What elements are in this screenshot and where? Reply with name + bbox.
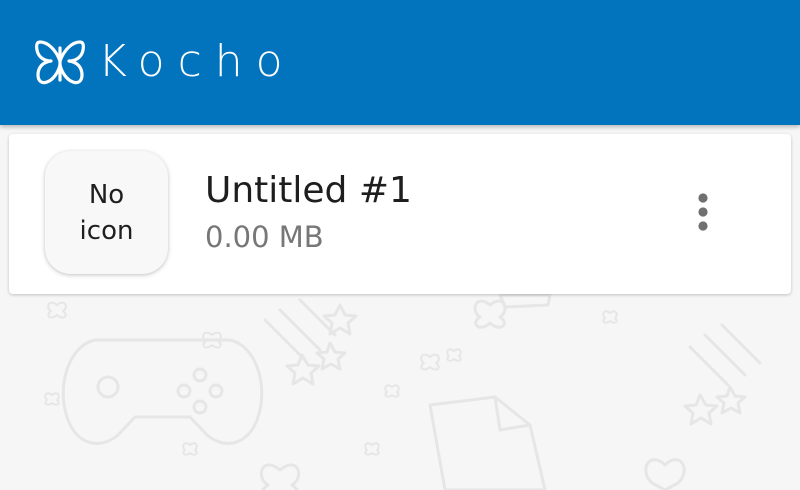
game-list-item[interactable]: No icon Untitled #1 0.00 MB [9, 134, 791, 294]
gamepad-icon [61, 338, 264, 445]
app-title: Kocho [98, 36, 296, 87]
file-icon [428, 395, 547, 490]
game-size: 0.00 MB [205, 220, 324, 254]
more-vert-icon [698, 193, 708, 231]
butterfly-icon [644, 458, 686, 490]
no-icon-placeholder: No icon [45, 151, 168, 274]
butterfly-icon [473, 299, 507, 329]
app-bar: Kocho [0, 0, 800, 125]
app-root: Kocho No icon Untitled #1 0.00 MB [0, 0, 800, 490]
butterfly-icon [35, 40, 85, 85]
shooting-star-icon [263, 298, 347, 386]
more-options-button[interactable] [681, 190, 725, 234]
butterfly-icon [259, 463, 301, 490]
shooting-star-icon [683, 323, 762, 426]
brand[interactable]: Kocho [34, 36, 296, 88]
game-title: Untitled #1 [205, 170, 412, 211]
decorative-tag [498, 293, 552, 309]
